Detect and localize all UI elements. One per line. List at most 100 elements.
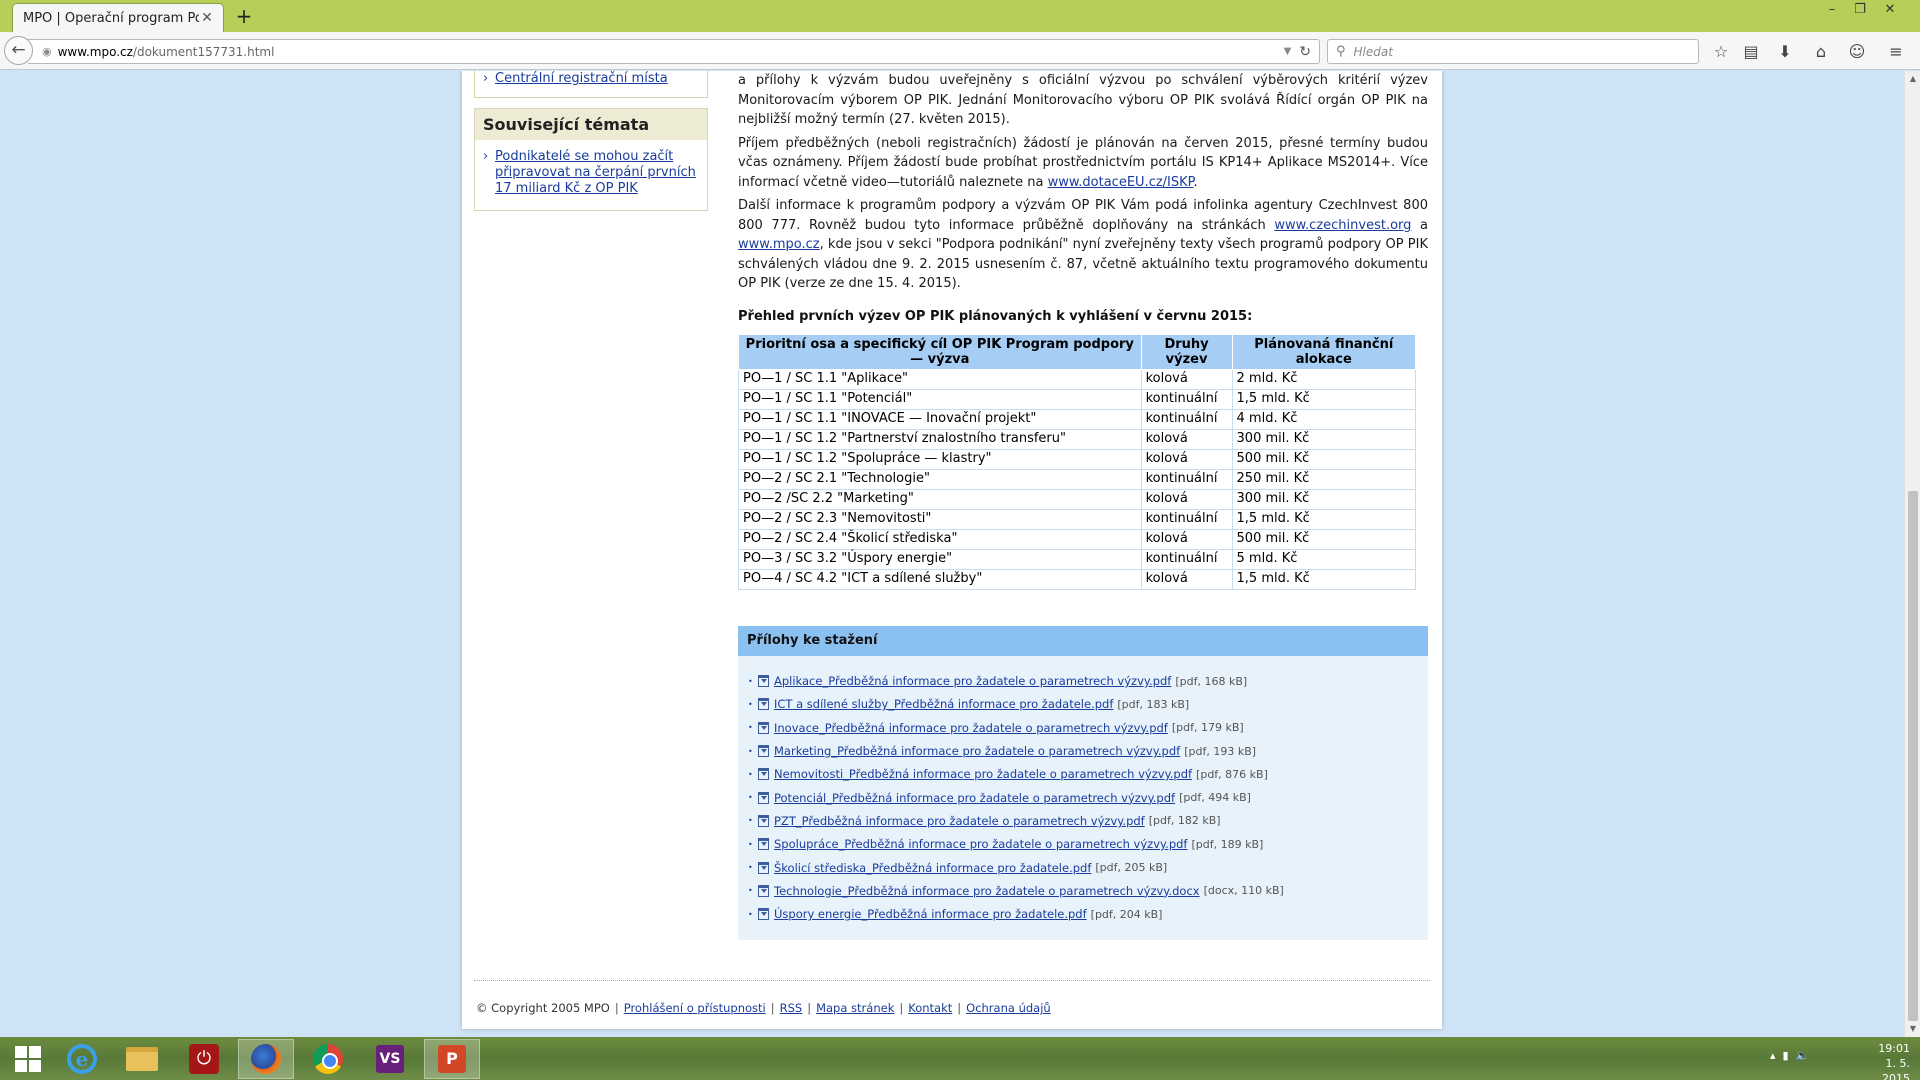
chat-icon[interactable]: ☺ [1846, 41, 1868, 63]
footer-link-accessibility[interactable]: Prohlášení o přístupnosti [624, 1001, 766, 1015]
scroll-down-icon[interactable]: ▼ [1905, 1021, 1920, 1037]
taskbar-explorer[interactable] [114, 1039, 170, 1079]
page-footer: © Copyright 2005 MPO | Prohlášení o přístu… [476, 1001, 1051, 1015]
scroll-thumb[interactable] [1908, 491, 1918, 1021]
download-file-icon[interactable] [758, 698, 769, 711]
reload-icon[interactable]: ↻ [1299, 44, 1311, 60]
attachment-link[interactable]: Marketing_Předběžná informace pro žadate… [774, 744, 1180, 758]
attachment-link[interactable]: Technologie_Předběžná informace pro žada… [774, 884, 1200, 898]
attachment-link[interactable]: Školicí střediska_Předběžná informace pr… [774, 861, 1091, 875]
attachment-link[interactable]: Nemovitosti_Předběžná informace pro žada… [774, 767, 1192, 781]
browser-tab[interactable]: MPO | Operační program Podn... ✕ [12, 3, 224, 32]
footer-link-sitemap[interactable]: Mapa stránek [816, 1001, 894, 1015]
footer-link-rss[interactable]: RSS [780, 1001, 803, 1015]
download-file-icon[interactable] [758, 675, 769, 688]
mpo-link[interactable]: www.mpo.cz [738, 237, 820, 252]
table-cell-allocation: 300 mil. Kč [1231, 488, 1417, 510]
home-icon[interactable]: ⌂ [1810, 41, 1832, 63]
attachment-link[interactable]: Potenciál_Předběžná informace pro žadate… [774, 791, 1175, 805]
volume-icon[interactable]: 🔈 [1796, 1049, 1810, 1062]
download-file-icon[interactable] [758, 838, 769, 851]
table-cell-allocation: 1,5 mld. Kč [1231, 388, 1417, 410]
url-dropdown-icon[interactable]: ▼ [1284, 46, 1292, 57]
article-paragraph-1: a přílohy k výzvám budou uveřejněny s of… [738, 73, 1428, 127]
attachment-item: • ICT a sdílené služby_Předběžná informac… [748, 693, 1428, 716]
attachment-meta: [pdf, 193 kB] [1184, 744, 1257, 758]
attachment-link[interactable]: PZT_Předběžná informace pro žadatele o p… [774, 814, 1145, 828]
firefox-icon [251, 1044, 281, 1074]
taskbar-powerpoint[interactable]: P [424, 1039, 480, 1079]
bullet-icon: • [748, 793, 753, 803]
related-topics-box: Související témata Podnikatelé se mohou … [474, 108, 708, 211]
table-cell-allocation: 500 mil. Kč [1231, 528, 1417, 550]
attachments-list: • Aplikace_Předběžná informace pro žadate… [738, 656, 1428, 926]
attachment-link[interactable]: Úspory energie_Předběžná informace pro ž… [774, 907, 1087, 921]
url-text[interactable]: www.mpo.cz/dokument157731.html [58, 45, 1284, 59]
table-cell-priority: PO—2 / SC 2.3 "Nemovitosti" [738, 508, 1142, 530]
attachment-item: • Technologie_Předběžná informace pro žad… [748, 879, 1428, 902]
new-tab-button[interactable]: + [233, 4, 255, 28]
table-cell-allocation: 1,5 mld. Kč [1231, 508, 1417, 530]
download-file-icon[interactable] [758, 721, 769, 734]
table-cell-priority: PO—1 / SC 1.2 "Spolupráce — klastry" [738, 448, 1142, 470]
footer-link-privacy[interactable]: Ochrana údajů [966, 1001, 1051, 1015]
close-window-icon[interactable]: ✕ [1876, 0, 1904, 20]
sidebar-link-registration[interactable]: Centrální registrační místa [483, 71, 699, 87]
back-button[interactable]: ← [4, 36, 33, 65]
taskbar-ie[interactable]: e [54, 1039, 110, 1079]
scroll-up-icon[interactable]: ▲ [1905, 71, 1920, 87]
minimize-icon[interactable]: – [1818, 0, 1846, 20]
article-main: a přílohy k výzvám budou uveřejněny s of… [738, 71, 1428, 940]
table-row: PO—2 / SC 2.1 "Technologie" kontinuální 25… [738, 468, 1417, 490]
table-cell-priority: PO—1 / SC 1.1 "Potenciál" [738, 388, 1142, 410]
attachment-meta: [pdf, 204 kB] [1090, 907, 1163, 921]
attachment-item: • Marketing_Předběžná informace pro žadat… [748, 739, 1428, 762]
network-icon[interactable]: ▮ [1783, 1049, 1789, 1062]
download-file-icon[interactable] [758, 791, 769, 804]
download-file-icon[interactable] [758, 745, 769, 758]
chrome-icon [313, 1044, 343, 1074]
table-title: Přehled prvních výzev OP PIK plánovaných… [738, 308, 1253, 324]
attachment-link[interactable]: Aplikace_Předběžná informace pro žadatel… [774, 674, 1171, 688]
content-panel: Centrální registrační místa Související … [462, 71, 1442, 1029]
bullet-icon: • [748, 886, 753, 896]
taskbar-chrome[interactable] [300, 1039, 356, 1079]
footer-link-contact[interactable]: Kontakt [908, 1001, 952, 1015]
table-row: PO—1 / SC 1.1 "INOVACE — Inovační projek… [738, 408, 1417, 430]
calls-table: Prioritní osa a specifický cíl OP PIK Pr… [738, 333, 1417, 590]
download-file-icon[interactable] [758, 861, 769, 874]
taskbar-power[interactable]: ⏻ [176, 1039, 232, 1079]
attachment-link[interactable]: Spolupráce_Předběžná informace pro žadat… [774, 837, 1187, 851]
system-tray[interactable]: ▴ ▮ 🔈 [1770, 1049, 1809, 1062]
table-cell-type: kontinuální [1140, 408, 1233, 430]
table-cell-allocation: 4 mld. Kč [1231, 408, 1417, 430]
restore-icon[interactable]: ❐ [1846, 0, 1874, 20]
star-icon[interactable]: ☆ [1710, 41, 1732, 63]
download-file-icon[interactable] [758, 884, 769, 897]
url-bar[interactable]: ◉ www.mpo.cz/dokument157731.html ▼ ↻ [28, 39, 1320, 64]
taskbar-firefox[interactable] [238, 1039, 294, 1079]
tab-close-icon[interactable]: ✕ [199, 10, 215, 26]
taskbar-clock[interactable]: 19:01 1. 5. 2015 [1860, 1041, 1910, 1080]
tray-arrow-icon[interactable]: ▴ [1770, 1049, 1776, 1062]
table-header-priority: Prioritní osa a specifický cíl OP PIK Pr… [738, 333, 1142, 370]
attachment-link[interactable]: Inovace_Předběžná informace pro žadatele… [774, 721, 1168, 735]
dotaceeu-link[interactable]: www.dotaceEU.cz/ISKP [1048, 175, 1194, 190]
czechinvest-link[interactable]: www.czechinvest.org [1274, 218, 1411, 233]
attachment-meta: [pdf, 183 kB] [1117, 697, 1190, 711]
page-scrollbar[interactable]: ▲ ▼ [1904, 71, 1920, 1037]
attachment-link[interactable]: ICT a sdílené služby_Předběžná informace… [774, 697, 1113, 711]
download-icon[interactable]: ⬇ [1774, 41, 1796, 63]
attachments-panel: Přílohy ke stažení • Aplikace_Předběžná i… [738, 625, 1428, 940]
download-file-icon[interactable] [758, 768, 769, 781]
taskbar-vs[interactable]: VS [362, 1039, 418, 1079]
search-bar[interactable]: ⚲ Hledat [1327, 39, 1699, 64]
internet-explorer-icon: e [67, 1044, 97, 1074]
menu-icon[interactable]: ≡ [1885, 41, 1907, 63]
reading-list-icon[interactable]: ▤ [1740, 41, 1762, 63]
start-button[interactable] [0, 1039, 56, 1079]
download-file-icon[interactable] [758, 908, 769, 921]
download-file-icon[interactable] [758, 814, 769, 827]
bullet-icon: • [748, 723, 753, 733]
related-topic-link[interactable]: Podnikatelé se mohou začít připravovat n… [483, 149, 699, 197]
